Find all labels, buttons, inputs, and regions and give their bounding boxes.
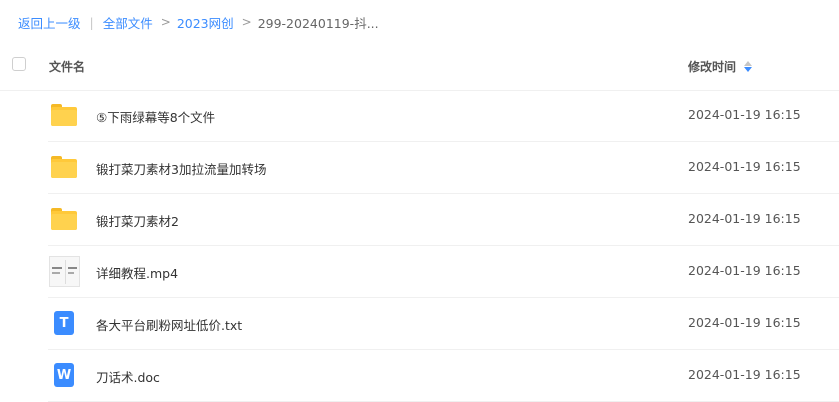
file-row[interactable]: W 刀话术.doc 2024-01-19 16:15: [48, 350, 839, 402]
breadcrumb-divider: |: [89, 14, 94, 30]
file-modified-time: 2024-01-19 16:15: [688, 315, 801, 330]
video-thumbnail-icon: [48, 254, 80, 288]
file-list: ⑤下雨绿幕等8个文件 2024-01-19 16:15 锻打菜刀素材3加拉流量加…: [0, 90, 839, 402]
back-link[interactable]: 返回上一级: [18, 13, 81, 32]
txt-file-icon: T: [48, 306, 80, 340]
file-row[interactable]: T 各大平台刷粉网址低价.txt 2024-01-19 16:15: [48, 298, 839, 350]
file-modified-time: 2024-01-19 16:15: [688, 367, 801, 382]
file-name[interactable]: 各大平台刷粉网址低价.txt: [96, 315, 242, 334]
column-header-modified-time[interactable]: 修改时间: [688, 58, 753, 75]
txt-file-glyph: T: [54, 311, 74, 335]
breadcrumb: 返回上一级 | 全部文件 > 2023网创 > 299-20240119-抖..…: [18, 13, 379, 31]
file-name[interactable]: ⑤下雨绿幕等8个文件: [96, 107, 215, 126]
word-file-glyph: W: [54, 363, 74, 387]
folder-icon: [48, 150, 80, 184]
select-all-checkbox[interactable]: [12, 57, 26, 71]
breadcrumb-separator: >: [241, 15, 252, 29]
file-row[interactable]: 锻打菜刀素材2 2024-01-19 16:15: [48, 194, 839, 246]
table-header: 文件名 修改时间: [0, 40, 839, 91]
folder-icon: [48, 202, 80, 236]
file-row[interactable]: 详细教程.mp4 2024-01-19 16:15: [48, 246, 839, 298]
file-name[interactable]: 锻打菜刀素材2: [96, 211, 179, 230]
breadcrumb-item-folder[interactable]: 2023网创: [177, 13, 234, 32]
column-header-name[interactable]: 文件名: [49, 58, 85, 75]
breadcrumb-item-current: 299-20240119-抖...: [257, 15, 379, 31]
file-modified-time: 2024-01-19 16:15: [688, 263, 801, 278]
file-row[interactable]: 锻打菜刀素材3加拉流量加转场 2024-01-19 16:15: [48, 142, 839, 194]
column-header-modified-time-label: 修改时间: [688, 60, 737, 74]
file-modified-time: 2024-01-19 16:15: [688, 107, 801, 122]
file-row[interactable]: ⑤下雨绿幕等8个文件 2024-01-19 16:15: [48, 90, 839, 142]
file-modified-time: 2024-01-19 16:15: [688, 159, 801, 174]
file-name[interactable]: 锻打菜刀素材3加拉流量加转场: [96, 159, 266, 178]
sort-icon[interactable]: [744, 61, 753, 72]
breadcrumb-separator: >: [160, 15, 171, 29]
file-name[interactable]: 详细教程.mp4: [96, 263, 178, 282]
folder-icon: [48, 98, 80, 132]
breadcrumb-item-all-files[interactable]: 全部文件: [103, 13, 153, 32]
file-name[interactable]: 刀话术.doc: [96, 367, 160, 386]
file-modified-time: 2024-01-19 16:15: [688, 211, 801, 226]
word-file-icon: W: [48, 358, 80, 392]
